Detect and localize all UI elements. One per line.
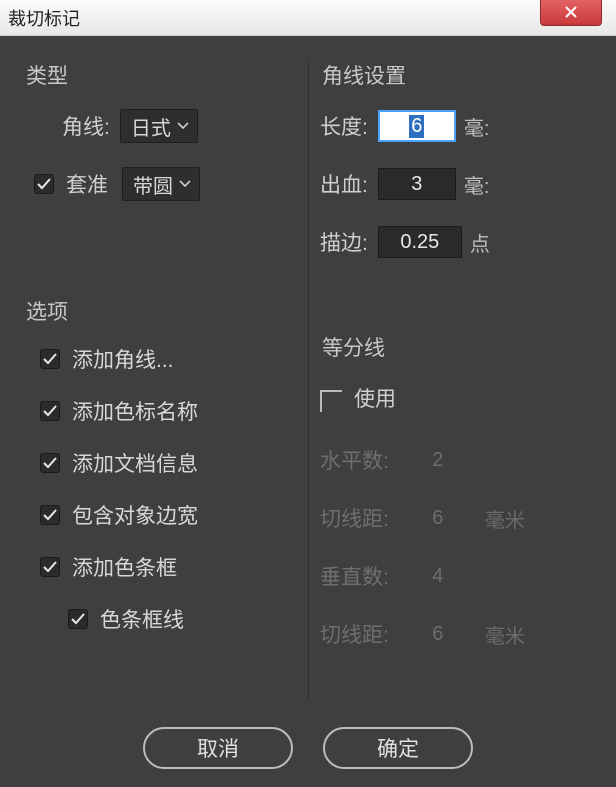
option-row-5: 色条框线: [24, 604, 296, 634]
use-label: 使用: [354, 383, 396, 413]
check-icon: [37, 178, 51, 190]
options-group-title: 选项: [26, 296, 296, 326]
bleed-value: 3: [411, 173, 422, 196]
bleed-label: 出血:: [320, 169, 368, 199]
option-checkbox-4[interactable]: [40, 557, 60, 577]
column-divider: [308, 58, 309, 701]
dialog-title: 裁切标记: [8, 5, 80, 31]
options-group: 选项 添加角线... 添加色标名称添加文档信息包含对象边宽添加色条框色条框线: [18, 288, 302, 666]
stroke-value: 0.25: [400, 231, 439, 254]
vcut-row: 切线距: 6 毫米: [320, 616, 592, 652]
chevron-down-icon: [177, 122, 189, 130]
check-icon: [43, 457, 57, 469]
hcount-row: 水平数: 2: [320, 442, 592, 478]
option-label-4: 添加色条框: [72, 552, 177, 582]
ok-button[interactable]: 确定: [323, 727, 473, 769]
division-group: 等分线 使用 水平数: 2 切线距: 6 毫米: [314, 324, 598, 684]
close-button[interactable]: [540, 0, 602, 26]
check-icon: [71, 613, 85, 625]
vcount-row: 垂直数: 4: [320, 558, 592, 594]
hcount-value: 2: [432, 449, 443, 472]
option-label-1: 添加色标名称: [72, 396, 198, 426]
option-row-3: 包含对象边宽: [24, 500, 296, 530]
corner-settings-title: 角线设置: [322, 60, 592, 90]
vcut-label: 切线距:: [320, 619, 389, 649]
length-label: 长度:: [320, 111, 368, 141]
registration-value: 带圆: [133, 170, 173, 199]
stroke-label: 描边:: [320, 227, 368, 257]
vcount-value: 4: [432, 565, 443, 588]
close-icon: [564, 6, 578, 18]
registration-label: 套准: [66, 169, 108, 199]
type-group: 类型 角线: 日式 套准 带圆: [18, 52, 302, 234]
button-bar: 取消 确定: [0, 727, 616, 769]
check-icon: [43, 509, 57, 521]
division-title: 等分线: [322, 332, 592, 362]
registration-select[interactable]: 带圆: [122, 167, 200, 201]
length-value: 6: [409, 115, 424, 138]
option-label-0: 添加角线...: [72, 344, 174, 374]
option-checkbox-5[interactable]: [68, 609, 88, 629]
use-checkbox[interactable]: [320, 390, 342, 412]
corner-style-label: 角线:: [62, 111, 110, 141]
left-column: 类型 角线: 日式 套准 带圆: [18, 52, 302, 742]
corner-style-select[interactable]: 日式: [120, 109, 198, 143]
corner-settings-group: 角线设置 长度: 6 毫: 出血: 3 毫: 描边:: [314, 52, 598, 292]
corner-style-value: 日式: [131, 112, 171, 141]
stroke-unit: 点: [470, 228, 490, 257]
length-row: 长度: 6 毫:: [320, 108, 592, 144]
check-icon: [43, 405, 57, 417]
length-input[interactable]: 6: [378, 110, 456, 142]
option-row-2: 添加文档信息: [24, 448, 296, 478]
option-label-2: 添加文档信息: [72, 448, 198, 478]
right-column: 角线设置 长度: 6 毫: 出血: 3 毫: 描边:: [314, 52, 598, 742]
option-checkbox-3[interactable]: [40, 505, 60, 525]
type-group-title: 类型: [26, 60, 296, 90]
bleed-row: 出血: 3 毫:: [320, 166, 592, 202]
option-row-0: 添加角线...: [24, 344, 296, 374]
check-icon: [43, 353, 57, 365]
vcount-input: 4: [399, 560, 477, 592]
option-checkbox-2[interactable]: [40, 453, 60, 473]
corner-style-row: 角线: 日式: [24, 108, 296, 144]
hcount-input: 2: [399, 444, 477, 476]
bleed-unit: 毫:: [464, 170, 490, 199]
registration-row: 套准 带圆: [24, 166, 296, 202]
hcut-value: 6: [432, 507, 443, 530]
option-checkbox-1[interactable]: [40, 401, 60, 421]
cancel-button[interactable]: 取消: [143, 727, 293, 769]
option-checkbox-0[interactable]: [40, 349, 60, 369]
hcut-label: 切线距:: [320, 503, 389, 533]
option-label-5: 色条框线: [100, 604, 184, 634]
vcut-input: 6: [399, 618, 477, 650]
option-row-4: 添加色条框: [24, 552, 296, 582]
vcount-label: 垂直数:: [320, 561, 389, 591]
hcut-unit: 毫米: [485, 504, 525, 533]
use-row: 使用: [320, 380, 592, 416]
hcount-label: 水平数:: [320, 445, 389, 475]
vcut-value: 6: [432, 623, 443, 646]
length-unit: 毫:: [464, 112, 490, 141]
check-icon: [43, 561, 57, 573]
stroke-row: 描边: 0.25 点: [320, 224, 592, 260]
hcut-row: 切线距: 6 毫米: [320, 500, 592, 536]
chevron-down-icon: [179, 180, 191, 188]
hcut-input: 6: [399, 502, 477, 534]
titlebar: 裁切标记: [0, 0, 616, 36]
stroke-input[interactable]: 0.25: [378, 226, 462, 258]
registration-checkbox[interactable]: [34, 174, 54, 194]
bleed-input[interactable]: 3: [378, 168, 456, 200]
vcut-unit: 毫米: [485, 620, 525, 649]
dialog-body: 类型 角线: 日式 套准 带圆: [0, 36, 616, 787]
option-label-3: 包含对象边宽: [72, 500, 198, 530]
option-row-1: 添加色标名称: [24, 396, 296, 426]
